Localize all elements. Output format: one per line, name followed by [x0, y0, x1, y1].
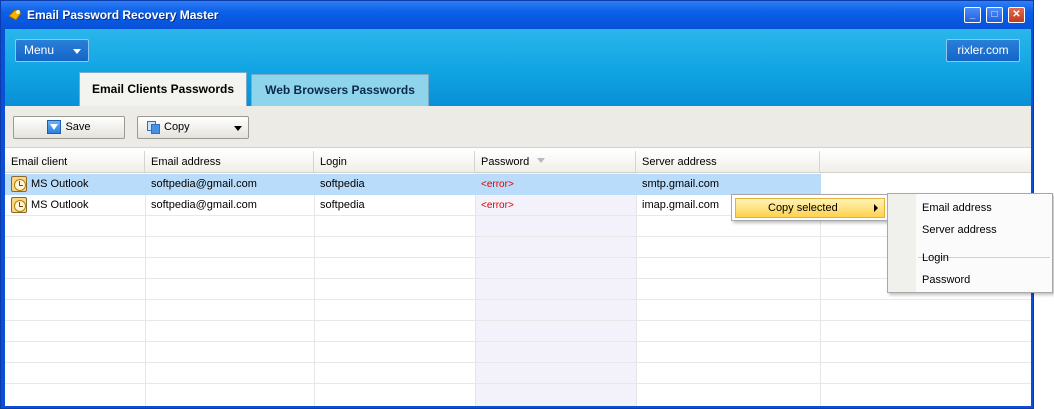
cell-email-client: MS Outlook: [31, 178, 89, 190]
row-divider: [5, 341, 1031, 342]
column-header-email-address[interactable]: Email address: [145, 151, 314, 173]
row-divider: [5, 278, 1031, 279]
cell-email-address: softpedia@gmail.com: [151, 178, 257, 190]
column-header-email-client[interactable]: Email client: [5, 151, 145, 173]
cell-password: <error>: [481, 179, 514, 190]
save-icon: [47, 120, 62, 135]
save-label: Save: [65, 121, 91, 133]
toolbar: Save Copy: [5, 106, 1031, 148]
cell-password: <error>: [481, 200, 514, 211]
title-bar[interactable]: Email Password Recovery Master _ □ ✕: [1, 1, 1033, 29]
window-title: Email Password Recovery Master: [27, 8, 219, 22]
copy-submenu: Email address Server address Login Passw…: [887, 193, 1053, 293]
submenu-item-server-address[interactable]: Server address: [922, 224, 997, 236]
context-menu: Copy selected: [731, 194, 889, 221]
tab-email-clients[interactable]: Email Clients Passwords: [79, 72, 247, 107]
chevron-down-icon[interactable]: [234, 126, 242, 131]
copy-icon: [147, 121, 161, 135]
cell-login: softpedia: [320, 199, 365, 211]
minimize-button[interactable]: _: [964, 7, 981, 23]
save-button[interactable]: Save: [13, 116, 125, 139]
cell-server-address: smtp.gmail.com: [642, 178, 720, 190]
maximize-button[interactable]: □: [986, 7, 1003, 23]
copy-button[interactable]: Copy: [137, 116, 249, 139]
header-banner: Menu rixler.com Email Clients Passwords …: [5, 29, 1031, 107]
row-divider: [5, 383, 1031, 384]
row-divider: [5, 257, 1031, 258]
close-button[interactable]: ✕: [1008, 7, 1025, 23]
column-header-server-address[interactable]: Server address: [636, 151, 820, 173]
menu-item-copy-selected[interactable]: Copy selected: [735, 198, 885, 218]
submenu-item-email-address[interactable]: Email address: [922, 202, 992, 214]
copy-label: Copy: [164, 121, 190, 133]
column-header-password[interactable]: Password: [475, 151, 636, 173]
chevron-right-icon: [874, 204, 878, 212]
sort-arrow-icon: [537, 158, 545, 163]
table-row[interactable]: MS Outlook softpedia@gmail.com softpedia…: [5, 174, 1031, 195]
table-header: Email client Email address Login Passwor…: [5, 151, 1031, 173]
row-divider: [5, 362, 1031, 363]
chevron-down-icon: [73, 49, 81, 54]
cell-login: softpedia: [320, 178, 365, 190]
submenu-item-password[interactable]: Password: [922, 274, 970, 286]
passwords-table: Email client Email address Login Passwor…: [5, 148, 1031, 406]
cell-server-address: imap.gmail.com: [642, 199, 720, 211]
row-divider: [5, 299, 1031, 300]
cell-email-address: softpedia@gmail.com: [151, 199, 257, 211]
cell-email-client: MS Outlook: [31, 199, 89, 211]
row-divider: [5, 320, 1031, 321]
app-icon: [8, 9, 22, 21]
row-divider: [5, 236, 1031, 237]
menu-button[interactable]: Menu: [15, 39, 89, 62]
menu-item-label: Copy selected: [768, 202, 838, 214]
rixler-link-button[interactable]: rixler.com: [946, 39, 1020, 62]
password-header-label: Password: [481, 156, 530, 168]
tab-web-browsers[interactable]: Web Browsers Passwords: [251, 74, 429, 107]
column-header-login[interactable]: Login: [314, 151, 475, 173]
submenu-item-login[interactable]: Login: [922, 252, 949, 264]
menu-label: Menu: [24, 43, 55, 57]
